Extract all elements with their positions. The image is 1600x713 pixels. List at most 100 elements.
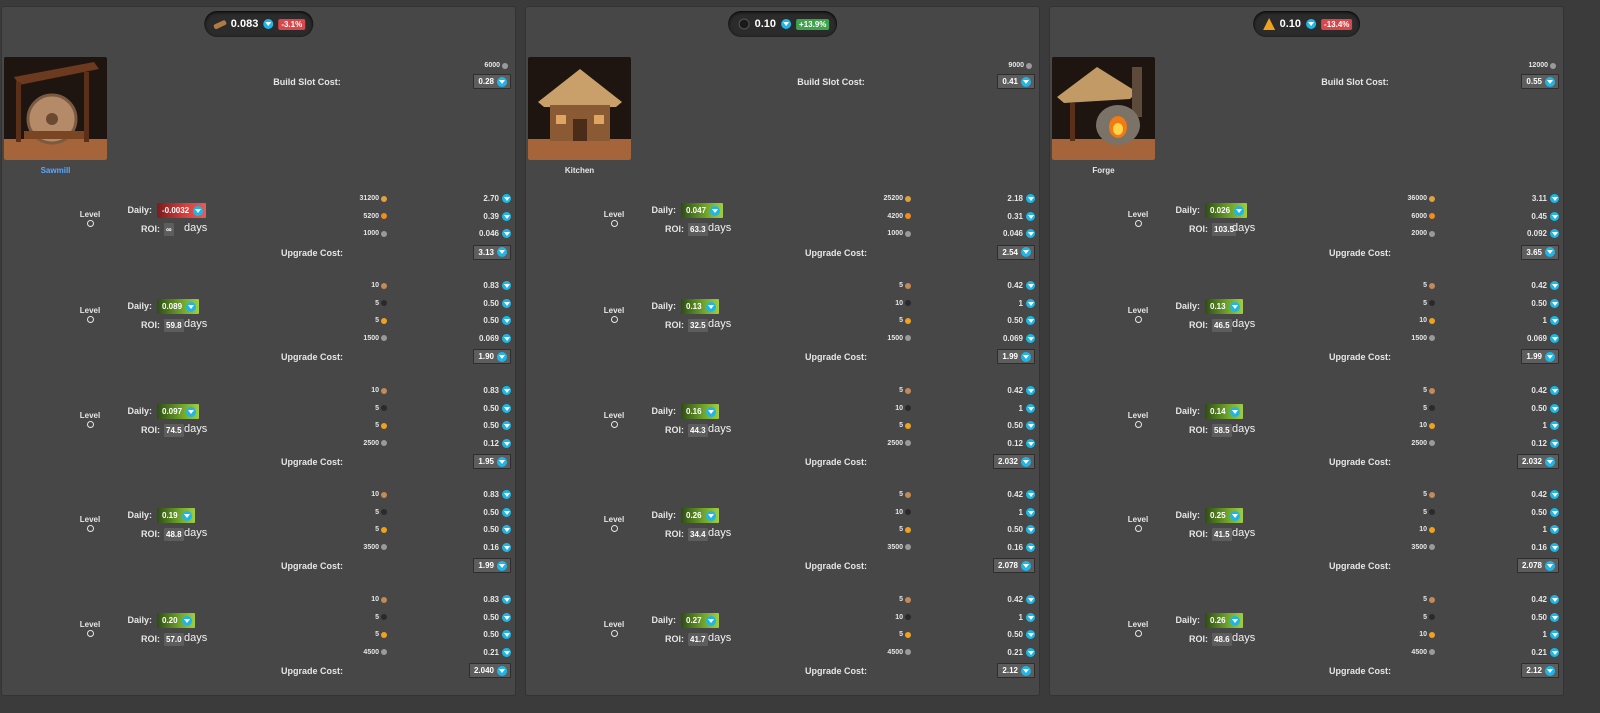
roi-label: ROI: [1189,320,1208,330]
coal-icon [736,17,750,31]
cost-row-value: 0.42 [1007,386,1035,395]
level-text: Level [1127,411,1149,420]
wood-log-icon [212,17,226,31]
gem-icon [1026,525,1035,534]
daily-label: Daily: [127,406,152,416]
roi-value: ∞ [166,225,172,235]
cost-row-value: 1 [1019,298,1035,308]
gem-icon [1550,630,1559,639]
cost-qty-value: 10 [1419,317,1427,324]
build-slot-qty: 6000 [484,62,508,69]
cost-row-value: 0.12 [1007,438,1035,448]
level-number-icon [86,630,94,637]
cost-qty-value: 10 [1419,631,1427,638]
cost-row-qty: 5 [327,614,387,621]
cost-row-value: 2.70 [483,194,511,203]
building-name[interactable]: Sawmill [4,166,107,175]
fire-icon [381,317,387,324]
upgrade-cost-label: Upgrade Cost: [804,352,867,362]
upgrade-cost-box: 2.12 [997,663,1035,678]
upgrade-cost-box: 2.078 [1516,558,1559,573]
gem-icon [1550,403,1559,413]
level-label: Level [596,411,632,428]
gem-icon [1545,665,1555,676]
cost-qty-value: 31200 [359,195,379,202]
daily-value-box: 0.19 [157,508,195,523]
roi-label: ROI: [141,634,160,644]
cost-row-value: 1 [1019,507,1035,517]
daily-value: 0.26 [686,511,702,520]
cost-row-qty: 5 [1375,300,1435,307]
coal-icon [1429,405,1435,411]
gem-icon [1229,615,1240,626]
cost-qty-value: 5 [899,631,903,638]
cost-qty-value: 5 [375,422,379,429]
wood-icon [1429,596,1435,603]
gem-icon [1550,211,1559,221]
cost-value: 0.50 [1531,507,1547,517]
gem-icon [1550,194,1559,203]
roi-label: ROI: [665,634,684,644]
daily-value-box: 0.20 [157,613,195,628]
wood-icon [905,596,911,603]
cost-value: 0.50 [483,316,499,325]
upgrade-cost-label: Upgrade Cost: [1328,352,1391,362]
level-number-icon [86,525,94,532]
cost-row-qty: 4500 [1375,649,1435,656]
gem-icon [1026,421,1035,430]
level-text: Level [1127,620,1149,629]
cost-row-value: 0.42 [1007,281,1035,290]
cost-value: 0.046 [478,229,499,238]
upgrade-cost-value: 3.65 [1526,247,1542,257]
daily-label: Daily: [127,205,152,216]
gem-icon [1026,507,1035,517]
gem-icon [1021,665,1031,676]
roi-label: ROI: [665,320,684,330]
fire-icon [381,526,387,533]
upgrade-cost-box: 2.54 [997,244,1035,260]
building-image [528,57,631,160]
cost-row-qty: 5 [1375,614,1435,621]
cost-value: 1 [1542,630,1547,639]
level-text: Level [603,515,625,524]
stone-icon [381,335,387,341]
build-slot-cost-label: Build Slot Cost: [797,77,865,87]
coal-icon [905,300,911,306]
cost-row-qty: 5 [851,282,911,289]
gem-icon [1229,301,1240,312]
level-text: Level [1127,306,1149,315]
gem-icon [1550,421,1559,430]
level-number-icon [610,421,618,428]
level-label: Level [1120,210,1156,228]
cost-row-qty: 10 [851,300,911,307]
gem-icon [1550,386,1559,395]
upgrade-cost-value: 2.12 [1002,666,1018,675]
daily-label: Daily: [1175,510,1200,520]
roi-value-box: 57.0 [164,633,184,646]
coal-icon [1429,300,1435,306]
price-pill: 0.10 -13.4% [1252,11,1361,37]
cost-row-value: 0.50 [483,403,511,413]
cost-qty-value: 5 [375,613,379,621]
gem-icon [1234,205,1245,216]
cost-qty-value: 3500 [1411,543,1427,551]
gem-icon [1026,194,1035,203]
daily-value-box: 0.26 [1205,613,1243,628]
gold-icon [905,195,911,202]
level-label: Level [596,620,632,637]
level-number-icon [1134,316,1142,323]
gem-icon [1026,211,1035,221]
roi-unit: days [1232,632,1256,644]
roi-value-box: 32.5 [688,319,708,332]
roi-label: ROI: [665,224,684,235]
gem-icon [502,316,511,325]
cost-value: 0.12 [1007,438,1023,448]
cost-value: 0.39 [483,211,499,221]
stone-icon [381,230,387,237]
roi-unit: days [1232,222,1256,235]
upgrade-cost-label: Upgrade Cost: [280,666,343,676]
cost-qty-value: 5 [899,491,903,498]
cost-row-qty: 10 [327,282,387,289]
cost-qty-value: 5 [899,422,903,429]
daily-label: Daily: [127,301,152,311]
